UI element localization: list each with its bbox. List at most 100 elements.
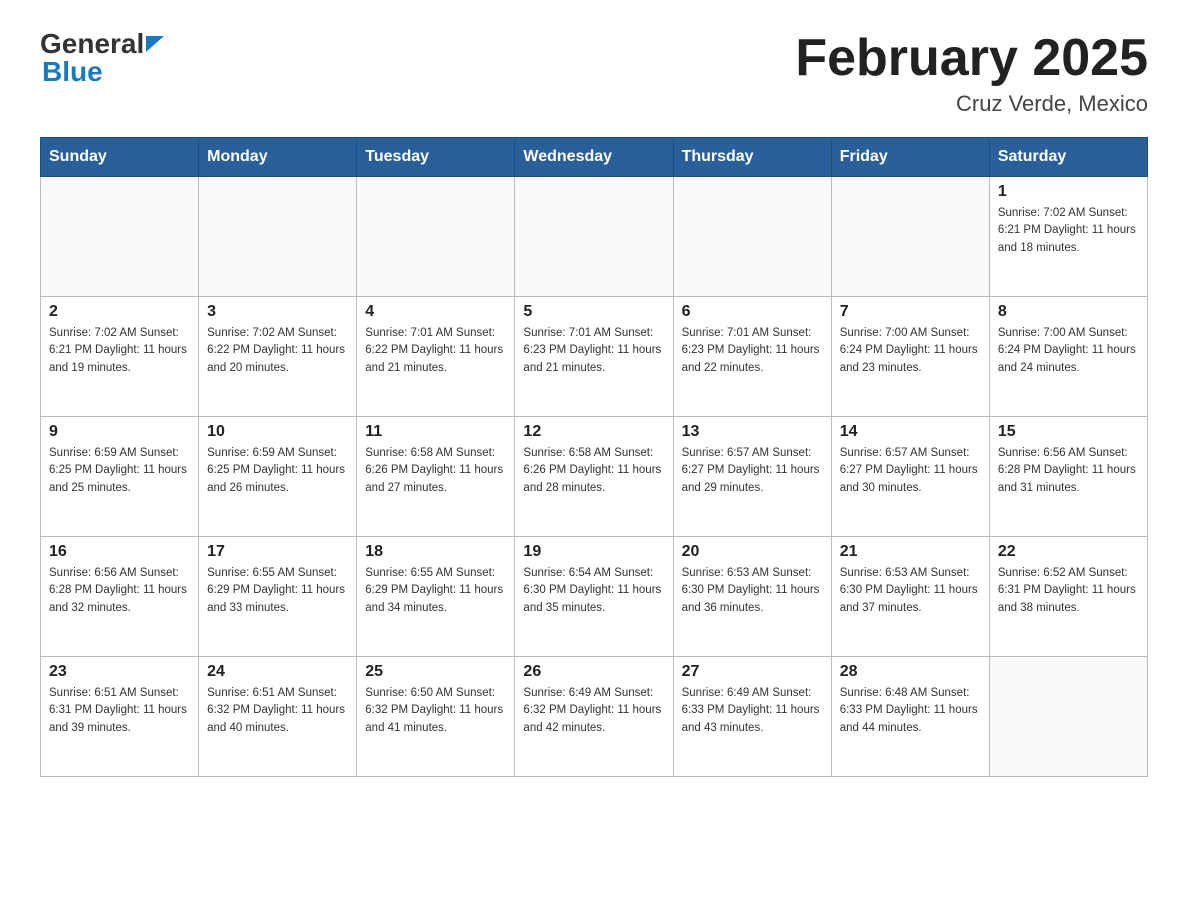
table-row: 2Sunrise: 7:02 AM Sunset: 6:21 PM Daylig… <box>41 297 199 417</box>
day-number: 24 <box>207 663 348 681</box>
day-number: 16 <box>49 543 190 561</box>
table-row: 23 Sunrise: 6:51 AM Sunset: 6:31 PM Dayli… <box>41 657 199 777</box>
logo-triangle-icon <box>146 32 168 54</box>
logo-blue-text: Blue <box>42 58 103 86</box>
day-info: Sunrise: 6:55 AM Sunset: 6:29 PM Dayligh… <box>207 565 348 617</box>
day-info: Sunrise: 6:55 AM Sunset: 6:29 PM Dayligh… <box>365 565 506 617</box>
table-row: 24 Sunrise: 6:51 AM Sunset: 6:32 PM Dayli… <box>199 657 357 777</box>
day-info: Sunrise: 6:59 AM Sunset: 6:25 PM Dayligh… <box>49 445 190 497</box>
col-sunday: Sunday <box>41 138 199 177</box>
calendar-week-row: 9Sunrise: 6:59 AM Sunset: 6:25 PM Daylig… <box>41 417 1148 537</box>
col-friday: Friday <box>831 138 989 177</box>
calendar-table: Sunday Monday Tuesday Wednesday Thursday… <box>40 137 1148 777</box>
day-number: 27 <box>682 663 823 681</box>
day-number: 25 <box>365 663 506 681</box>
day-info: Sunrise: 6:51 AM Sunset: 6:31 PM Dayligh… <box>49 685 190 737</box>
table-row: 20 Sunrise: 6:53 AM Sunset: 6:30 PM Dayli… <box>673 537 831 657</box>
day-number: 14 <box>840 423 981 441</box>
table-row: 14 Sunrise: 6:57 AM Sunset: 6:27 PM Dayli… <box>831 417 989 537</box>
table-row <box>515 177 673 297</box>
day-info: Sunrise: 6:56 AM Sunset: 6:28 PM Dayligh… <box>998 445 1139 497</box>
table-row: 25 Sunrise: 6:50 AM Sunset: 6:32 PM Dayli… <box>357 657 515 777</box>
day-number: 4 <box>365 303 506 321</box>
day-info: Sunrise: 7:01 AM Sunset: 6:22 PM Dayligh… <box>365 325 506 377</box>
calendar-week-row: 16 Sunrise: 6:56 AM Sunset: 6:28 PM Dayli… <box>41 537 1148 657</box>
day-number: 13 <box>682 423 823 441</box>
day-number: 7 <box>840 303 981 321</box>
logo: General Blue <box>40 30 168 86</box>
day-number: 17 <box>207 543 348 561</box>
day-number: 5 <box>523 303 664 321</box>
day-info: Sunrise: 7:00 AM Sunset: 6:24 PM Dayligh… <box>840 325 981 377</box>
day-info: Sunrise: 7:01 AM Sunset: 6:23 PM Dayligh… <box>523 325 664 377</box>
table-row: 27 Sunrise: 6:49 AM Sunset: 6:33 PM Dayli… <box>673 657 831 777</box>
day-number: 6 <box>682 303 823 321</box>
logo-general-text: General <box>40 30 144 58</box>
day-info: Sunrise: 6:53 AM Sunset: 6:30 PM Dayligh… <box>682 565 823 617</box>
table-row: 19Sunrise: 6:54 AM Sunset: 6:30 PM Dayli… <box>515 537 673 657</box>
table-row: 17 Sunrise: 6:55 AM Sunset: 6:29 PM Dayli… <box>199 537 357 657</box>
title-area: February 2025 Cruz Verde, Mexico <box>795 30 1148 117</box>
table-row <box>199 177 357 297</box>
table-row: 13Sunrise: 6:57 AM Sunset: 6:27 PM Dayli… <box>673 417 831 537</box>
table-row: 10Sunrise: 6:59 AM Sunset: 6:25 PM Dayli… <box>199 417 357 537</box>
day-number: 28 <box>840 663 981 681</box>
table-row: 15 Sunrise: 6:56 AM Sunset: 6:28 PM Dayli… <box>989 417 1147 537</box>
table-row: 7 Sunrise: 7:00 AM Sunset: 6:24 PM Daylig… <box>831 297 989 417</box>
day-info: Sunrise: 6:54 AM Sunset: 6:30 PM Dayligh… <box>523 565 664 617</box>
calendar-subtitle: Cruz Verde, Mexico <box>795 91 1148 117</box>
table-row <box>989 657 1147 777</box>
day-info: Sunrise: 6:58 AM Sunset: 6:26 PM Dayligh… <box>523 445 664 497</box>
table-row: 16 Sunrise: 6:56 AM Sunset: 6:28 PM Dayli… <box>41 537 199 657</box>
day-number: 3 <box>207 303 348 321</box>
table-row: 26 Sunrise: 6:49 AM Sunset: 6:32 PM Dayli… <box>515 657 673 777</box>
day-number: 22 <box>998 543 1139 561</box>
table-row: 12 Sunrise: 6:58 AM Sunset: 6:26 PM Dayli… <box>515 417 673 537</box>
calendar-header-row: Sunday Monday Tuesday Wednesday Thursday… <box>41 138 1148 177</box>
table-row <box>831 177 989 297</box>
day-number: 12 <box>523 423 664 441</box>
table-row: 1 Sunrise: 7:02 AM Sunset: 6:21 PM Daylig… <box>989 177 1147 297</box>
table-row <box>357 177 515 297</box>
day-info: Sunrise: 7:02 AM Sunset: 6:22 PM Dayligh… <box>207 325 348 377</box>
day-info: Sunrise: 6:53 AM Sunset: 6:30 PM Dayligh… <box>840 565 981 617</box>
day-info: Sunrise: 6:58 AM Sunset: 6:26 PM Dayligh… <box>365 445 506 497</box>
day-info: Sunrise: 6:57 AM Sunset: 6:27 PM Dayligh… <box>840 445 981 497</box>
col-wednesday: Wednesday <box>515 138 673 177</box>
col-thursday: Thursday <box>673 138 831 177</box>
day-info: Sunrise: 6:59 AM Sunset: 6:25 PM Dayligh… <box>207 445 348 497</box>
table-row: 5 Sunrise: 7:01 AM Sunset: 6:23 PM Daylig… <box>515 297 673 417</box>
table-row <box>41 177 199 297</box>
day-number: 1 <box>998 183 1139 201</box>
calendar-week-row: 23 Sunrise: 6:51 AM Sunset: 6:31 PM Dayli… <box>41 657 1148 777</box>
calendar-title: February 2025 <box>795 30 1148 87</box>
day-info: Sunrise: 7:02 AM Sunset: 6:21 PM Dayligh… <box>998 205 1139 257</box>
table-row <box>673 177 831 297</box>
day-info: Sunrise: 7:01 AM Sunset: 6:23 PM Dayligh… <box>682 325 823 377</box>
col-saturday: Saturday <box>989 138 1147 177</box>
day-number: 15 <box>998 423 1139 441</box>
col-tuesday: Tuesday <box>357 138 515 177</box>
day-info: Sunrise: 6:56 AM Sunset: 6:28 PM Dayligh… <box>49 565 190 617</box>
day-number: 26 <box>523 663 664 681</box>
header: General Blue February 2025 Cruz Verde, M… <box>40 30 1148 117</box>
day-info: Sunrise: 6:49 AM Sunset: 6:32 PM Dayligh… <box>523 685 664 737</box>
table-row: 9Sunrise: 6:59 AM Sunset: 6:25 PM Daylig… <box>41 417 199 537</box>
table-row: 18 Sunrise: 6:55 AM Sunset: 6:29 PM Dayli… <box>357 537 515 657</box>
day-number: 11 <box>365 423 506 441</box>
table-row: 6 Sunrise: 7:01 AM Sunset: 6:23 PM Daylig… <box>673 297 831 417</box>
calendar-week-row: 2Sunrise: 7:02 AM Sunset: 6:21 PM Daylig… <box>41 297 1148 417</box>
table-row: 11 Sunrise: 6:58 AM Sunset: 6:26 PM Dayli… <box>357 417 515 537</box>
table-row: 3 Sunrise: 7:02 AM Sunset: 6:22 PM Daylig… <box>199 297 357 417</box>
table-row: 28Sunrise: 6:48 AM Sunset: 6:33 PM Dayli… <box>831 657 989 777</box>
day-number: 18 <box>365 543 506 561</box>
table-row: 21Sunrise: 6:53 AM Sunset: 6:30 PM Dayli… <box>831 537 989 657</box>
day-info: Sunrise: 6:51 AM Sunset: 6:32 PM Dayligh… <box>207 685 348 737</box>
day-info: Sunrise: 7:02 AM Sunset: 6:21 PM Dayligh… <box>49 325 190 377</box>
day-info: Sunrise: 6:49 AM Sunset: 6:33 PM Dayligh… <box>682 685 823 737</box>
table-row: 8Sunrise: 7:00 AM Sunset: 6:24 PM Daylig… <box>989 297 1147 417</box>
calendar-week-row: 1 Sunrise: 7:02 AM Sunset: 6:21 PM Daylig… <box>41 177 1148 297</box>
day-info: Sunrise: 6:50 AM Sunset: 6:32 PM Dayligh… <box>365 685 506 737</box>
day-number: 23 <box>49 663 190 681</box>
day-number: 20 <box>682 543 823 561</box>
